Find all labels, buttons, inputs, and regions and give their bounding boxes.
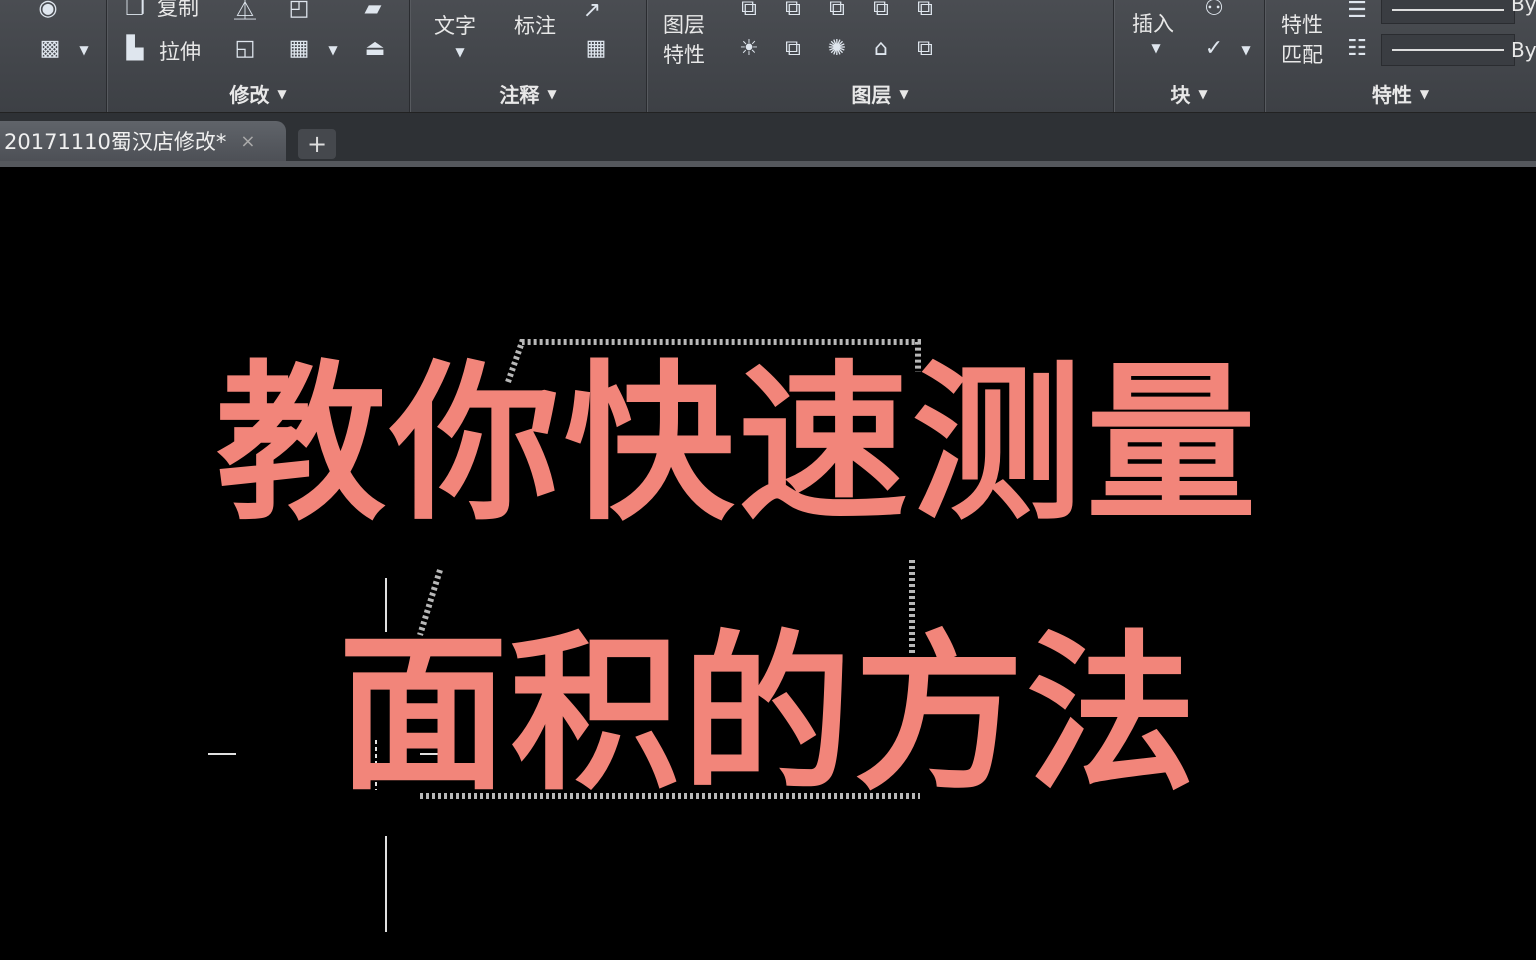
panel-properties: 特性 匹配 ☰ ☷ By By 特性 ▼ [1265, 0, 1536, 112]
document-tab-label: 20171110蜀汉店修改* [4, 130, 227, 154]
overlay-title-line1: 教你快速测量 [215, 346, 1260, 544]
chevron-down-icon: ▼ [547, 86, 557, 101]
lineweight-dropdown[interactable] [1381, 0, 1515, 24]
chevron-down-icon: ▼ [1198, 86, 1208, 101]
chevron-down-icon: ▼ [1419, 86, 1430, 101]
lineweight-preview [1392, 9, 1504, 11]
chevron-down-icon[interactable]: ▼ [1142, 34, 1170, 62]
leader-icon[interactable]: ↗ [578, 0, 606, 24]
erase-icon[interactable]: ▰ [359, 0, 387, 22]
panel-title-layers[interactable]: 图层 ▼ [647, 79, 1113, 108]
create-block-icon[interactable]: ⚇ [1200, 0, 1228, 22]
layer-icon[interactable]: ⧉ [779, 34, 807, 62]
linetype-icon[interactable]: ☷ [1343, 34, 1371, 62]
copy-icon[interactable]: ❐ [121, 0, 149, 22]
layer-icon[interactable]: ⧉ [911, 0, 939, 22]
layer-icon[interactable]: ⧉ [867, 0, 895, 22]
drawing-canvas[interactable] [0, 167, 1536, 960]
overlay-title-line2: 面积的方法 [337, 616, 1198, 814]
chevron-down-icon[interactable]: ▼ [446, 38, 474, 66]
copy-button[interactable]: 复制 [157, 0, 199, 22]
layer-icon[interactable]: ⧉ [911, 34, 939, 62]
lineweight-icon[interactable]: ☰ [1343, 0, 1371, 24]
close-icon[interactable]: × [240, 131, 255, 152]
match-properties-button[interactable]: 特性 匹配 [1281, 10, 1323, 70]
layer-icon[interactable]: ⧉ [779, 0, 807, 22]
panel-title-block[interactable]: 块 ▼ [1114, 79, 1264, 108]
lineweight-bylayer: By [1511, 0, 1536, 16]
stretch-button[interactable]: 拉伸 [159, 36, 201, 66]
layer-properties-button[interactable]: 图层 特性 [663, 10, 705, 70]
panel-annotation: 文字 ▼ 标注 ↗ ▦ 注释 ▼ [410, 0, 647, 112]
panel-block: 插入 ▼ ⚇ ✓ ▼ 块 ▼ [1114, 0, 1265, 112]
linetype-dropdown[interactable] [1381, 34, 1515, 66]
hatch-tool-icon[interactable]: ▩ [36, 34, 64, 62]
chevron-down-icon[interactable]: ▼ [70, 36, 98, 64]
document-tab-bar: 20171110蜀汉店修改* × + [0, 113, 1536, 167]
chevron-down-icon: ▼ [899, 86, 909, 101]
layer-lock-icon[interactable]: ⌂ [867, 34, 895, 62]
text-button[interactable]: 文字 [434, 10, 476, 40]
linetype-preview [1392, 49, 1504, 51]
dimension-button[interactable]: 标注 [514, 10, 556, 40]
chevron-down-icon[interactable]: ▼ [319, 36, 347, 64]
panel-draw: ◉ ▩ ▼ [0, 0, 107, 112]
ribbon: ◉ ▩ ▼ ❐ 复制 ⏅ ◰ ▰ ▙ 拉伸 ◱ ▦ ▼ ⏏ 修改 ▼ 文字 ▼ 标… [0, 0, 1536, 113]
layer-icon[interactable]: ⧉ [823, 0, 851, 22]
chevron-down-icon: ▼ [277, 86, 287, 101]
fillet-icon[interactable]: ◰ [285, 0, 313, 22]
linetype-bylayer: By [1511, 38, 1536, 62]
mirror-icon[interactable]: ⏅ [231, 0, 259, 23]
panel-title-annotation[interactable]: 注释 ▼ [410, 79, 646, 108]
panel-title-properties[interactable]: 特性 ▼ [1265, 79, 1536, 108]
offset-icon[interactable]: ⏏ [361, 34, 389, 62]
panel-layers: 图层 特性 ⧉ ⧉ ⧉ ⧉ ⧉ ☀ ⧉ ✺ ⌂ ⧉ 图层 ▼ [647, 0, 1114, 112]
edit-block-icon[interactable]: ✓ [1200, 34, 1228, 62]
plus-icon: + [306, 130, 328, 158]
document-tab[interactable]: 20171110蜀汉店修改* × [0, 121, 286, 161]
layer-freeze-icon[interactable]: ✺ [823, 34, 851, 62]
layer-on-icon[interactable]: ☀ [735, 34, 763, 62]
chevron-down-icon[interactable]: ▼ [1232, 36, 1260, 64]
stretch-icon[interactable]: ▙ [121, 34, 149, 62]
scale-icon[interactable]: ◱ [231, 34, 259, 62]
panel-modify: ❐ 复制 ⏅ ◰ ▰ ▙ 拉伸 ◱ ▦ ▼ ⏏ 修改 ▼ [107, 0, 410, 112]
table-icon[interactable]: ▦ [582, 34, 610, 62]
panel-title-modify[interactable]: 修改 ▼ [107, 79, 409, 108]
cad-drawing [208, 339, 921, 932]
layer-icon[interactable]: ⧉ [735, 0, 763, 22]
new-tab-button[interactable]: + [298, 129, 336, 159]
array-icon[interactable]: ▦ [285, 34, 313, 62]
circle-tool-icon[interactable]: ◉ [34, 0, 62, 22]
